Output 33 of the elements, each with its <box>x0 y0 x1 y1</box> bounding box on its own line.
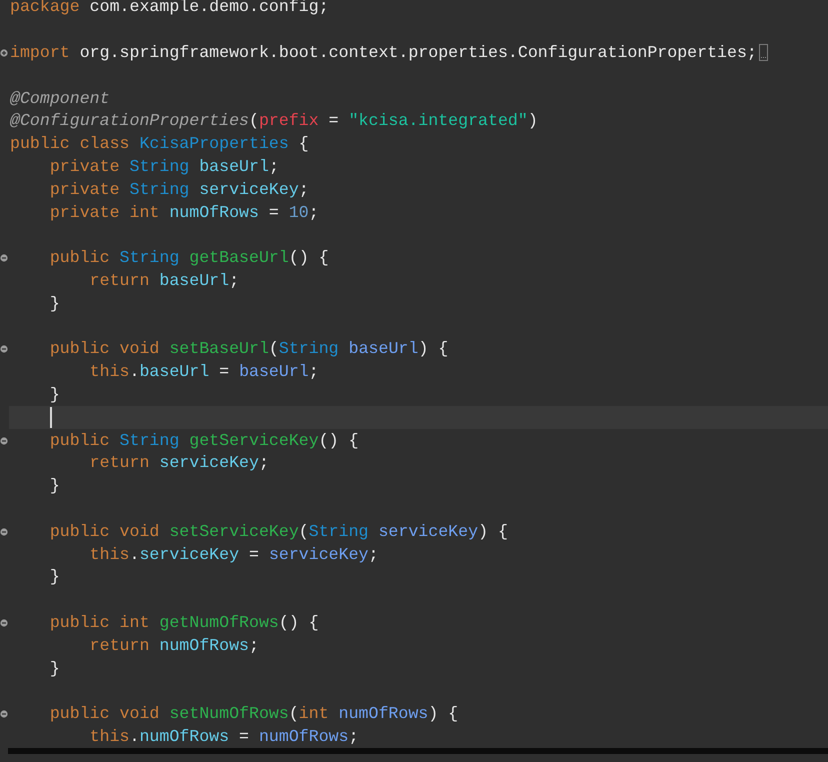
collapse-icon[interactable] <box>0 345 8 354</box>
code-line: return numOfRows; <box>88 634 259 657</box>
code-line: public String getBaseUrl() { <box>48 247 329 270</box>
collapse-icon[interactable] <box>0 528 8 536</box>
code-line: public void setServiceKey(String serviceKey) { <box>48 520 508 543</box>
code-line: } <box>48 658 60 680</box>
code-line: public void setBaseUrl(String baseUrl) { <box>48 338 448 360</box>
code-line: public void setNumOfRows(int numOfRows) { <box>48 703 458 726</box>
collapse-icon[interactable] <box>0 618 8 627</box>
code-line: private String baseUrl; <box>48 156 279 178</box>
expand-icon[interactable] <box>0 48 8 57</box>
code-line: private String serviceKey; <box>48 178 309 201</box>
code-line: } <box>48 475 60 498</box>
code-line: public class KcisaProperties { <box>10 133 309 156</box>
folded-code-icon[interactable] <box>758 44 768 62</box>
code-line: return serviceKey; <box>88 452 269 474</box>
text-cursor <box>50 407 52 428</box>
code-line: import org.springframework.boot.context.properties.ConfigurationProperties; <box>10 42 757 64</box>
code-line: } <box>48 384 60 406</box>
code-line: private int numOfRows = 10; <box>48 202 319 224</box>
code-line: public String getServiceKey() { <box>48 430 359 452</box>
code-line: public int getNumOfRows() { <box>48 612 319 634</box>
code-line: @Component <box>10 88 110 110</box>
code-line: return baseUrl; <box>88 270 240 292</box>
collapse-icon[interactable] <box>0 254 8 262</box>
collapse-icon[interactable] <box>0 710 8 718</box>
collapse-icon[interactable] <box>0 436 8 445</box>
code-line: @ConfigurationProperties(prefix = "kcisa.integrated") <box>10 110 538 132</box>
code-line: } <box>48 292 60 315</box>
code-line: this.baseUrl = baseUrl; <box>88 361 319 384</box>
code-line: } <box>48 566 60 588</box>
code-line: this.serviceKey = serviceKey; <box>88 544 378 566</box>
code-line: this.numOfRows = numOfRows; <box>88 726 359 748</box>
